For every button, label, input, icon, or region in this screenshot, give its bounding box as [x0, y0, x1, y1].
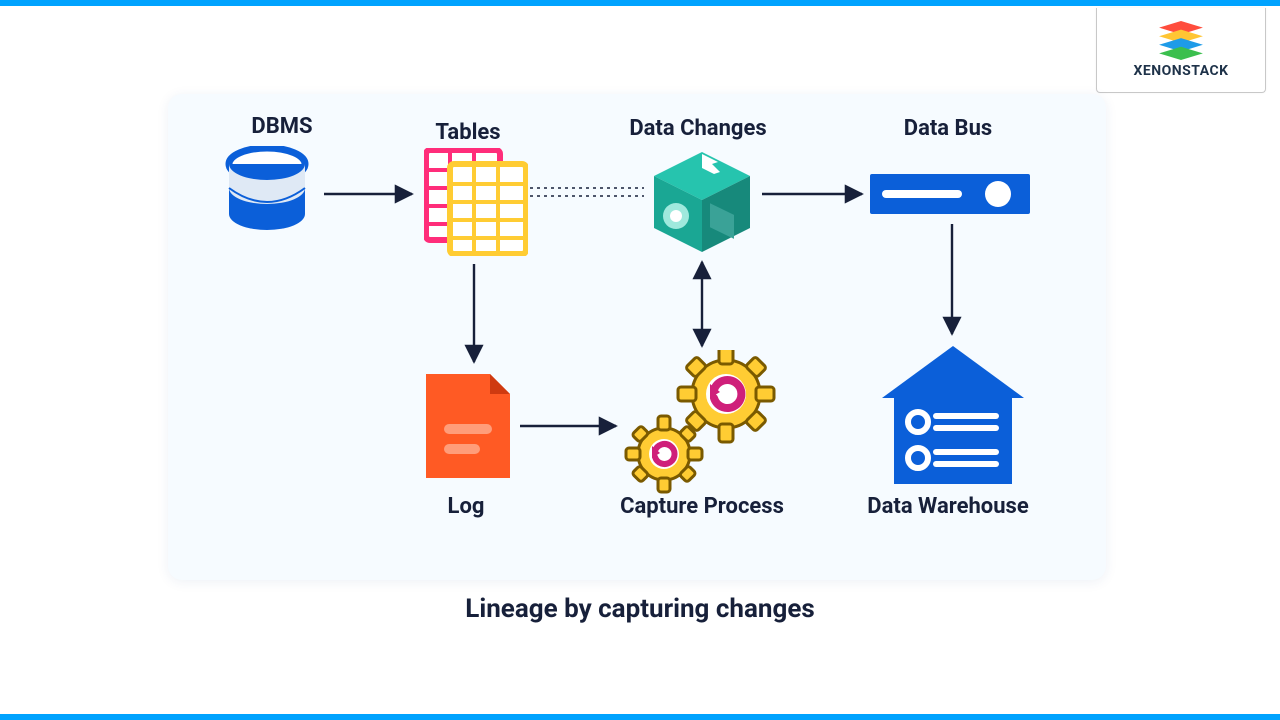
- bottom-accent-bar: [0, 714, 1280, 720]
- dbms-icon: [222, 146, 312, 248]
- data-changes-icon: [646, 146, 758, 262]
- node-log-label: Log: [416, 494, 516, 519]
- node-warehouse-label: Data Warehouse: [848, 494, 1048, 519]
- node-dbms-label: DBMS: [222, 114, 342, 139]
- brand-name: XENONSTACK: [1133, 63, 1228, 79]
- capture-process-icon: [622, 350, 792, 504]
- log-icon: [422, 370, 514, 486]
- diagram-canvas: DBMS Tables Data Changes Data Bus Log Ca…: [168, 94, 1106, 580]
- top-accent-bar: [0, 0, 1280, 6]
- tables-icon: [424, 148, 528, 260]
- diagram-caption: Lineage by capturing changes: [0, 594, 1280, 624]
- node-tables-label: Tables: [408, 120, 528, 145]
- node-changes-label: Data Changes: [598, 116, 798, 141]
- brand-stack-icon: [1156, 21, 1206, 61]
- data-bus-icon: [870, 170, 1030, 222]
- node-bus-label: Data Bus: [868, 116, 1028, 141]
- data-warehouse-icon: [878, 340, 1028, 494]
- brand-logo-box: XENONSTACK: [1096, 8, 1266, 93]
